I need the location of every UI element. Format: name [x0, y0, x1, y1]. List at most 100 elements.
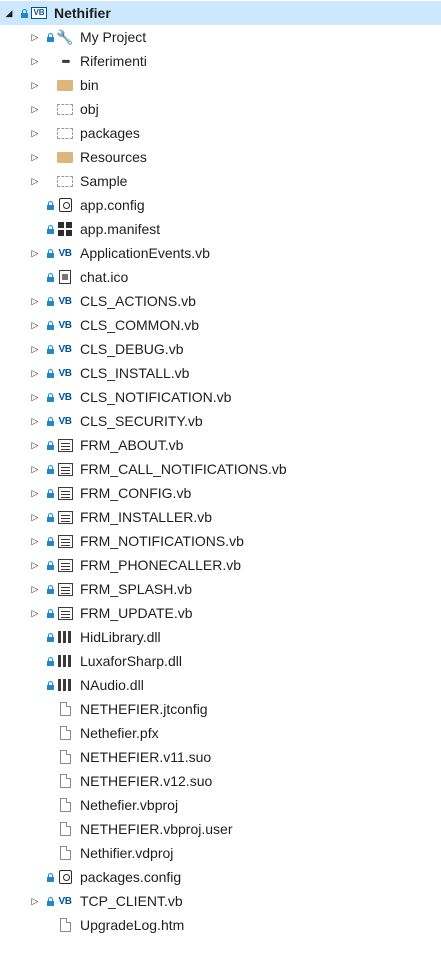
collapsed-arrow-icon[interactable]: ▷	[29, 25, 41, 49]
collapsed-arrow-icon[interactable]: ▷	[29, 337, 41, 361]
collapsed-arrow-icon[interactable]: ▷	[29, 505, 41, 529]
tree-item[interactable]: app.config	[0, 193, 441, 217]
collapsed-arrow-icon[interactable]: ▷	[29, 409, 41, 433]
tree-item-label: app.config	[80, 197, 145, 213]
form-icon	[56, 529, 74, 553]
tree-item-label: NETHEFIER.v12.suo	[80, 773, 213, 789]
tree-item[interactable]: ▷ packages	[0, 121, 441, 145]
vb-project-icon: VB	[31, 7, 47, 19]
collapsed-arrow-icon[interactable]: ▷	[29, 433, 41, 457]
tree-item[interactable]: NAudio.dll	[0, 673, 441, 697]
tree-item-label: HidLibrary.dll	[80, 629, 161, 645]
collapsed-arrow-icon[interactable]: ▷	[29, 169, 41, 193]
tree-item[interactable]: ▷ FRM_NOTIFICATIONS.vb	[0, 529, 441, 553]
tree-item[interactable]: chat.ico	[0, 265, 441, 289]
dll-assembly-icon	[56, 649, 74, 673]
tree-item-label: packages	[80, 125, 140, 141]
collapsed-arrow-icon[interactable]: ▷	[29, 889, 41, 913]
tree-item[interactable]: app.manifest	[0, 217, 441, 241]
tree-item[interactable]: ▷ VB CLS_ACTIONS.vb	[0, 289, 441, 313]
tree-item-label: Nethifier.vdproj	[80, 845, 174, 861]
file-icon	[56, 793, 74, 817]
tree-item-label: FRM_SPLASH.vb	[80, 581, 193, 597]
visual-basic-file-icon: VB	[58, 415, 72, 427]
file-icon	[56, 841, 74, 865]
visual-basic-file-icon: VB	[58, 895, 72, 907]
tree-item[interactable]: ▷ VB CLS_DEBUG.vb	[0, 337, 441, 361]
excluded-folder-icon	[56, 169, 74, 193]
tree-item[interactable]: UpgradeLog.htm	[0, 913, 441, 937]
tree-item[interactable]: ▷ FRM_CONFIG.vb	[0, 481, 441, 505]
collapsed-arrow-icon[interactable]: ▷	[29, 313, 41, 337]
tree-item[interactable]: LuxaforSharp.dll	[0, 649, 441, 673]
visual-basic-file-icon: VB	[58, 343, 72, 355]
tree-item[interactable]: Nethifier.vdproj	[0, 841, 441, 865]
file-icon	[56, 697, 74, 721]
tree-item[interactable]: ▷ FRM_CALL_NOTIFICATIONS.vb	[0, 457, 441, 481]
collapsed-arrow-icon[interactable]: ▷	[29, 97, 41, 121]
tree-item[interactable]: ▷ ▪▪▪ Riferimenti	[0, 49, 441, 73]
tree-item-label: FRM_CALL_NOTIFICATIONS.vb	[80, 461, 287, 477]
tree-item[interactable]: NETHEFIER.v12.suo	[0, 769, 441, 793]
collapsed-arrow-icon[interactable]: ▷	[29, 145, 41, 169]
tree-item-label: CLS_NOTIFICATION.vb	[80, 389, 232, 405]
tree-item-label: Sample	[80, 173, 128, 189]
tree-item[interactable]: ▷ VB CLS_INSTALL.vb	[0, 361, 441, 385]
tree-root-item[interactable]: ◢ VB Nethifier	[0, 1, 441, 25]
tree-item[interactable]: ▷ VB CLS_COMMON.vb	[0, 313, 441, 337]
tree-item[interactable]: ▷ 🔧 My Project	[0, 25, 441, 49]
dll-assembly-icon	[56, 625, 74, 649]
collapsed-arrow-icon[interactable]: ▷	[29, 529, 41, 553]
collapsed-arrow-icon[interactable]: ▷	[29, 385, 41, 409]
ico-file-icon	[56, 265, 74, 289]
tree-item[interactable]: ▷ FRM_UPDATE.vb	[0, 601, 441, 625]
tree-item-label: TCP_CLIENT.vb	[80, 893, 183, 909]
source-control-lock-icon	[45, 265, 55, 289]
source-control-lock-icon	[45, 217, 55, 241]
solution-explorer-tree: ◢ VB Nethifier ▷ 🔧 My Project ▷ ▪▪▪ Riferimenti ▷…	[0, 0, 441, 974]
tree-item[interactable]: ▷ VB TCP_CLIENT.vb	[0, 889, 441, 913]
excluded-folder-icon	[56, 121, 74, 145]
collapsed-arrow-icon[interactable]: ▷	[29, 481, 41, 505]
collapsed-arrow-icon[interactable]: ▷	[29, 361, 41, 385]
source-control-lock-icon	[45, 553, 55, 577]
tree-item-label: UpgradeLog.htm	[80, 917, 185, 933]
file-icon	[56, 817, 74, 841]
collapsed-arrow-icon[interactable]: ▷	[29, 289, 41, 313]
expanded-arrow-icon[interactable]: ◢	[3, 1, 15, 25]
collapsed-arrow-icon[interactable]: ▷	[29, 601, 41, 625]
tree-item[interactable]: NETHEFIER.vbproj.user	[0, 817, 441, 841]
tree-item-label: CLS_SECURITY.vb	[80, 413, 203, 429]
tree-item-label: Nethefier.pfx	[80, 725, 159, 741]
tree-item[interactable]: ▷ bin	[0, 73, 441, 97]
tree-item[interactable]: ▷ VB ApplicationEvents.vb	[0, 241, 441, 265]
tree-item[interactable]: ▷ Sample	[0, 169, 441, 193]
source-control-lock-icon	[45, 865, 55, 889]
tree-item[interactable]: ▷ FRM_PHONECALLER.vb	[0, 553, 441, 577]
tree-item[interactable]: ▷ FRM_INSTALLER.vb	[0, 505, 441, 529]
collapsed-arrow-icon[interactable]: ▷	[29, 241, 41, 265]
collapsed-arrow-icon[interactable]: ▷	[29, 577, 41, 601]
collapsed-arrow-icon[interactable]: ▷	[29, 49, 41, 73]
source-control-lock-icon	[45, 433, 55, 457]
tree-item[interactable]: packages.config	[0, 865, 441, 889]
tree-item[interactable]: ▷ VB CLS_NOTIFICATION.vb	[0, 385, 441, 409]
tree-item[interactable]: NETHEFIER.v11.suo	[0, 745, 441, 769]
tree-item[interactable]: ▷ FRM_SPLASH.vb	[0, 577, 441, 601]
collapsed-arrow-icon[interactable]: ▷	[29, 73, 41, 97]
collapsed-arrow-icon[interactable]: ▷	[29, 457, 41, 481]
collapsed-arrow-icon[interactable]: ▷	[29, 121, 41, 145]
source-control-lock-icon	[45, 25, 55, 49]
tree-item[interactable]: ▷ VB CLS_SECURITY.vb	[0, 409, 441, 433]
tree-item-label: NETHEFIER.v11.suo	[80, 749, 212, 765]
collapsed-arrow-icon[interactable]: ▷	[29, 553, 41, 577]
source-control-lock-icon	[45, 361, 55, 385]
tree-item[interactable]: Nethefier.pfx	[0, 721, 441, 745]
tree-item[interactable]: ▷ Resources	[0, 145, 441, 169]
tree-item[interactable]: HidLibrary.dll	[0, 625, 441, 649]
tree-item[interactable]: NETHEFIER.jtconfig	[0, 697, 441, 721]
tree-item[interactable]: ▷ FRM_ABOUT.vb	[0, 433, 441, 457]
tree-item[interactable]: Nethefier.vbproj	[0, 793, 441, 817]
tree-item[interactable]: ▷ obj	[0, 97, 441, 121]
source-control-lock-icon	[45, 649, 55, 673]
